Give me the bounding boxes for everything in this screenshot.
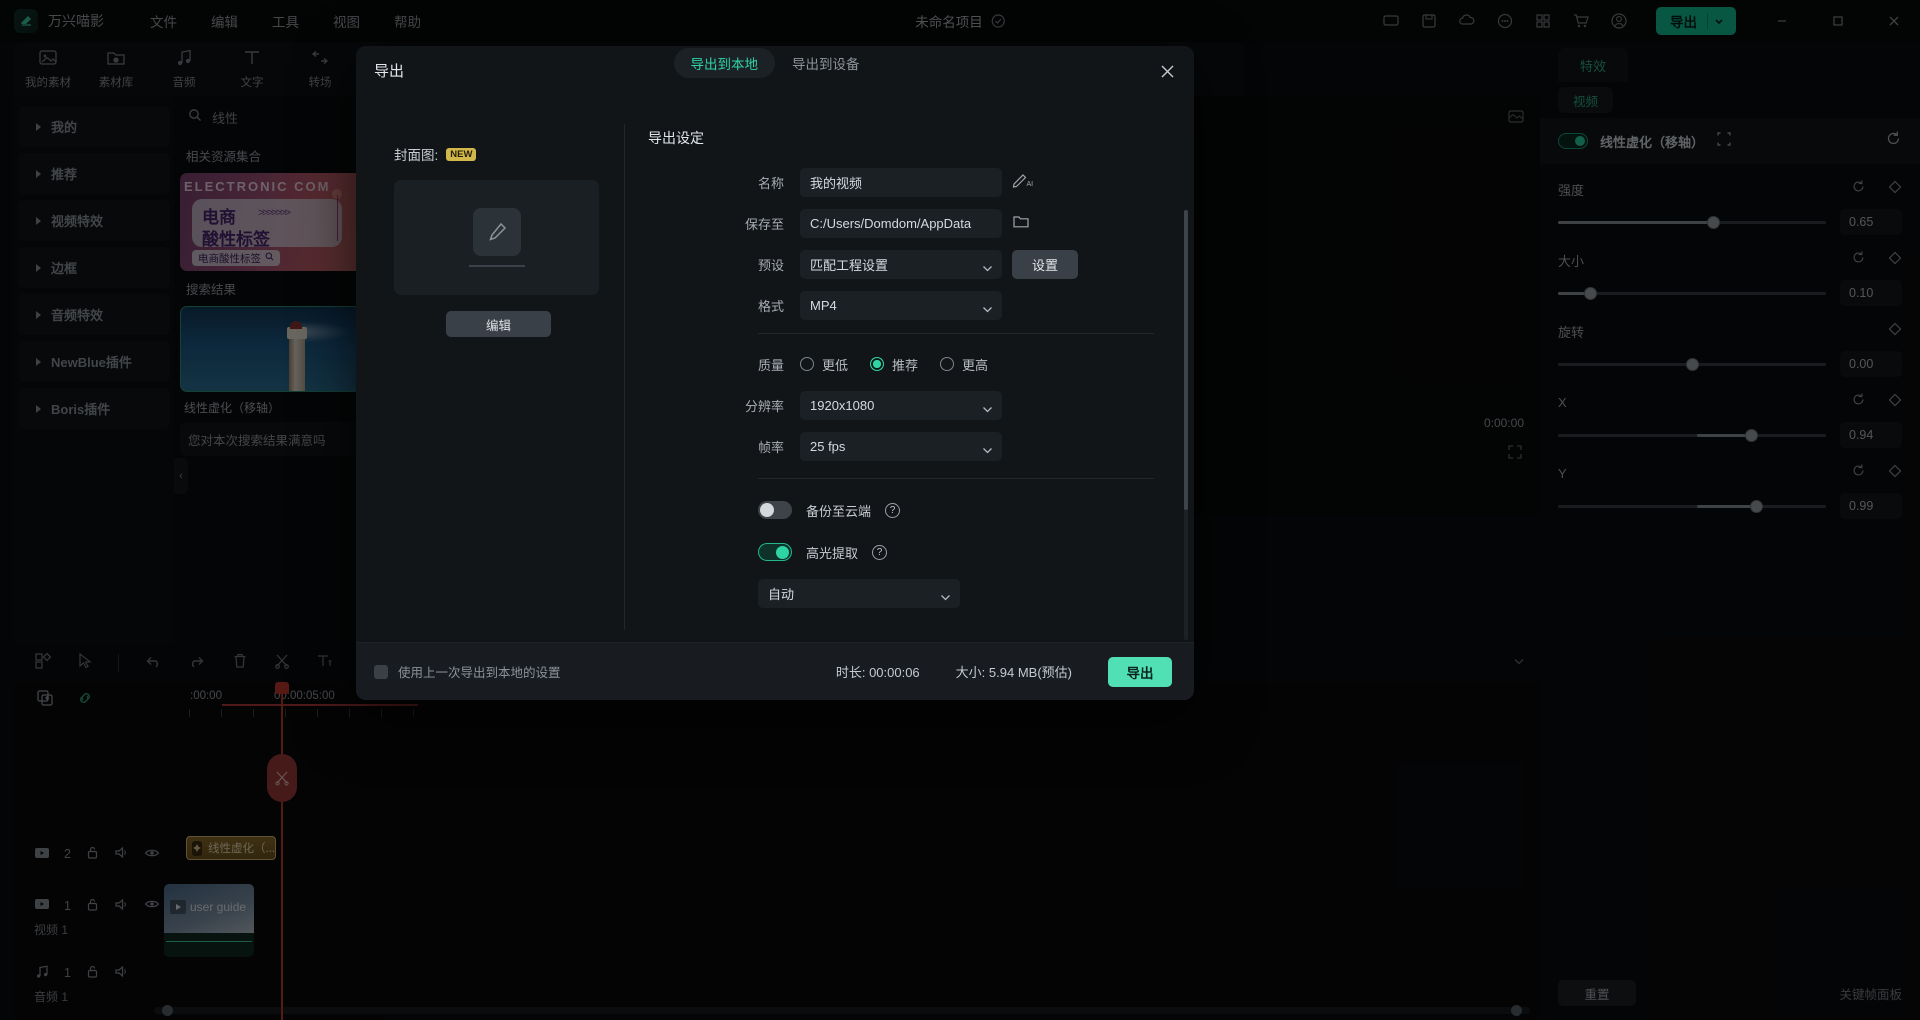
export-confirm-button[interactable]: 导出: [1108, 657, 1172, 687]
chevron-down-icon: [982, 261, 993, 276]
export-label: 导出: [1127, 662, 1154, 682]
field-label: 分辨率: [648, 396, 800, 415]
tab-export-local[interactable]: 导出到本地: [674, 48, 776, 78]
framerate-value: 25 fps: [810, 439, 845, 454]
option-label: 更高: [962, 355, 988, 374]
dialog-footer: 使用上一次导出到本地的设置 时长: 00:00:06 大小: 5.94 MB(预…: [356, 642, 1194, 700]
settings-title: 导出设定: [648, 128, 1154, 148]
settings-section: 导出设定 名称 我的视频 AI 保存至 C:/Users/Domdom/AppD…: [624, 98, 1194, 642]
field-resolution: 分辨率 1920x1080: [648, 389, 1154, 421]
help-icon[interactable]: ?: [885, 503, 900, 518]
auto-value: 自动: [768, 584, 794, 603]
size-value: 5.94 MB(预估): [989, 665, 1072, 680]
dialog-header: 导出 导出到本地 导出到设备: [356, 46, 1194, 98]
resolution-select[interactable]: 1920x1080: [800, 391, 1002, 420]
svg-text:AI: AI: [1027, 181, 1034, 188]
duration-stat: 时长: 00:00:06: [836, 662, 920, 681]
cover-section: 封面图: NEW 编辑: [356, 98, 624, 642]
field-name: 名称 我的视频 AI: [648, 166, 1154, 198]
format-value: MP4: [810, 298, 837, 313]
toggle-cloud-backup: 备份至云端 ?: [648, 493, 1154, 527]
chevron-down-icon: [982, 402, 993, 417]
quality-option-higher[interactable]: 更高: [940, 355, 988, 374]
radio-icon-selected: [870, 357, 884, 371]
field-framerate: 帧率 25 fps: [648, 430, 1154, 462]
toggle-label: 备份至云端: [806, 501, 871, 520]
preset-settings-button[interactable]: 设置: [1012, 250, 1078, 279]
format-select[interactable]: MP4: [800, 291, 1002, 320]
quality-option-lower[interactable]: 更低: [800, 355, 848, 374]
framerate-select[interactable]: 25 fps: [800, 432, 1002, 461]
edit-cover-button[interactable]: 编辑: [446, 311, 551, 337]
duration-label: 时长:: [836, 665, 866, 680]
settings-label: 设置: [1032, 255, 1058, 274]
radio-icon: [940, 357, 954, 371]
field-preset: 预设 匹配工程设置 设置: [648, 248, 1154, 280]
field-label: 预设: [648, 255, 800, 274]
tab-label: 导出到本地: [691, 53, 759, 73]
auto-select-row: 自动: [648, 579, 1154, 608]
dialog-scrollbar[interactable]: [1184, 210, 1188, 640]
use-last-settings-checkbox[interactable]: [374, 665, 388, 679]
preset-select[interactable]: 匹配工程设置: [800, 250, 1002, 279]
name-input[interactable]: 我的视频: [800, 168, 1002, 197]
radio-icon: [800, 357, 814, 371]
save-path-input[interactable]: C:/Users/Domdom/AppData: [800, 209, 1002, 238]
toggle-highlight-extract: 高光提取 ?: [648, 535, 1154, 569]
highlight-extract-toggle[interactable]: [758, 543, 792, 561]
close-icon[interactable]: [1154, 58, 1180, 84]
dialog-body: 封面图: NEW 编辑 导出设定 名称: [356, 98, 1194, 642]
field-label: 质量: [648, 355, 800, 374]
chevron-down-icon: [982, 302, 993, 317]
field-label: 帧率: [648, 437, 800, 456]
field-format: 格式 MP4: [648, 289, 1154, 321]
cover-preview[interactable]: [394, 180, 599, 295]
size-label: 大小:: [956, 665, 986, 680]
duration-value: 00:00:06: [869, 665, 920, 680]
folder-icon[interactable]: [1012, 213, 1030, 234]
option-label: 推荐: [892, 355, 918, 374]
dialog-title: 导出: [374, 60, 404, 81]
help-icon[interactable]: ?: [872, 545, 887, 560]
cover-label-row: 封面图: NEW: [394, 144, 624, 164]
cover-label: 封面图:: [394, 144, 438, 164]
preset-value: 匹配工程设置: [810, 255, 888, 274]
field-label: 名称: [648, 173, 800, 192]
new-badge: NEW: [446, 148, 476, 161]
toggle-label: 高光提取: [806, 543, 858, 562]
option-label: 更低: [822, 355, 848, 374]
size-stat: 大小: 5.94 MB(预估): [956, 662, 1072, 681]
field-saveto: 保存至 C:/Users/Domdom/AppData: [648, 207, 1154, 239]
quality-option-recommended[interactable]: 推荐: [870, 355, 918, 374]
chevron-down-icon: [940, 590, 951, 605]
ai-pen-icon[interactable]: AI: [1012, 171, 1034, 194]
field-quality: 质量 更低 推荐: [648, 348, 1154, 380]
divider: [758, 333, 1154, 334]
export-dialog: 导出 导出到本地 导出到设备 封面图: NEW: [356, 46, 1194, 700]
auto-select[interactable]: 自动: [758, 579, 960, 608]
cloud-backup-toggle[interactable]: [758, 501, 792, 519]
chevron-down-icon: [982, 443, 993, 458]
edit-label: 编辑: [486, 315, 511, 334]
field-label: 格式: [648, 296, 800, 315]
field-label: 保存至: [648, 214, 800, 233]
tab-label: 导出到设备: [792, 53, 860, 73]
use-last-settings-label: 使用上一次导出到本地的设置: [398, 662, 561, 681]
resolution-value: 1920x1080: [810, 398, 874, 413]
tab-export-device[interactable]: 导出到设备: [775, 48, 877, 78]
divider: [758, 478, 1154, 479]
dialog-tabs: 导出到本地 导出到设备: [356, 48, 1194, 78]
pencil-image-icon: [473, 208, 521, 256]
